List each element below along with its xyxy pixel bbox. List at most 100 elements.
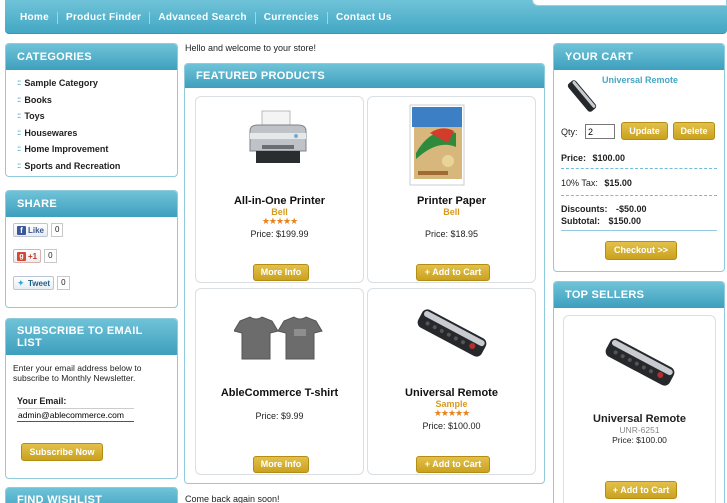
discounts-value: -$50.00 (616, 204, 647, 214)
share-title: SHARE (6, 191, 177, 217)
product-price: Price: $100.00 (422, 421, 481, 431)
divider (561, 195, 717, 196)
category-label[interactable]: Home Improvement (24, 141, 108, 158)
subscribe-title: SUBSCRIBE TO EMAIL LIST (6, 319, 177, 355)
add-to-cart-button[interactable]: + Add to Cart (416, 264, 490, 281)
google-plus-icon: g (17, 251, 26, 261)
delete-button[interactable]: Delete (673, 122, 715, 140)
cart-item-image[interactable] (562, 78, 602, 114)
subscribe-button[interactable]: Subscribe Now (21, 443, 103, 461)
add-to-cart-button[interactable]: + Add to Cart (605, 481, 677, 499)
featured-products-title: FEATURED PRODUCTS (185, 64, 544, 88)
cart-price-row: Price: $100.00 (561, 153, 625, 163)
top-sellers-panel: TOP SELLERS Universal Remote UNR-6251 Pr… (553, 281, 725, 503)
cart-tax-row: 10% Tax: $15.00 (561, 178, 632, 188)
cart-title: YOUR CART (554, 44, 724, 70)
nav-contact-us[interactable]: Contact Us (327, 12, 400, 24)
category-label[interactable]: Sports and Recreation (24, 158, 120, 175)
printer-image[interactable] (246, 109, 310, 169)
email-input[interactable] (17, 408, 134, 422)
google-plus-button[interactable]: g +1 (13, 249, 42, 263)
email-label: Your Email: (17, 396, 67, 406)
google-count: 0 (44, 249, 57, 263)
tshirt-image[interactable] (234, 315, 328, 361)
paper-image[interactable] (408, 103, 466, 189)
wishlist-title: FIND WISHLIST (6, 488, 177, 503)
rating-stars: ★★★★★ (433, 408, 470, 418)
category-label[interactable]: Books (24, 92, 52, 109)
price-label: Price: (561, 153, 587, 163)
bullet-icon: :: (17, 127, 21, 137)
cart-item-name[interactable]: Universal Remote (602, 75, 678, 85)
nav-advanced-search[interactable]: Advanced Search (149, 12, 254, 24)
nav-product-finder[interactable]: Product Finder (56, 12, 149, 24)
category-item[interactable]: :: Sample Category (17, 75, 177, 92)
product-card: All-in-One Printer Bell ★★★★★ Price: $19… (195, 96, 364, 283)
bullet-icon: :: (17, 144, 21, 153)
facebook-share: f Like 0 (13, 223, 64, 237)
cart-discounts-row: Discounts: -$50.00 (561, 204, 647, 214)
update-button[interactable]: Update (621, 122, 668, 140)
bullet-icon: :: (17, 78, 21, 87)
category-label[interactable]: Toys (24, 108, 44, 125)
product-name[interactable]: Universal Remote (368, 387, 535, 399)
top-seller-name[interactable]: Universal Remote (563, 413, 716, 425)
add-to-cart-button[interactable]: + Add to Cart (416, 456, 490, 473)
product-price: Price: $199.99 (250, 229, 309, 239)
tax-value: $15.00 (604, 178, 632, 188)
product-brand[interactable]: Bell (368, 207, 535, 217)
nav-home[interactable]: Home (15, 12, 57, 24)
share-panel: SHARE f Like 0 g +1 0 ✦ Tweet 0 (5, 190, 178, 308)
subtotal-label: Subtotal: (561, 216, 600, 226)
product-name[interactable]: All-in-One Printer (196, 195, 363, 207)
checkout-button[interactable]: Checkout >> (605, 241, 677, 260)
qty-input[interactable] (585, 124, 615, 139)
remote-image[interactable] (412, 301, 492, 365)
top-nav: Home Product Finder Advanced Search Curr… (5, 0, 727, 34)
tweet-label: Tweet (28, 278, 51, 288)
category-item[interactable]: :: Toys (17, 108, 177, 125)
google-plus-label: +1 (28, 251, 38, 261)
category-item[interactable]: :: Books (17, 92, 177, 109)
twitter-count: 0 (57, 276, 70, 290)
product-card: AbleCommerce T-shirt Price: $9.99 More I… (195, 288, 364, 475)
category-label[interactable]: Sample Category (24, 75, 98, 92)
twitter-share: ✦ Tweet 0 (13, 276, 70, 290)
subtotal-value: $150.00 (608, 216, 642, 226)
categories-panel: CATEGORIES :: Sample Category :: Books :: T… (5, 43, 178, 177)
nav-currencies[interactable]: Currencies (254, 12, 327, 24)
search-box[interactable] (532, 0, 727, 6)
price-value: $100.00 (592, 153, 626, 163)
product-name[interactable]: Printer Paper (368, 195, 535, 207)
footer-text: Come back again soon! (185, 494, 280, 503)
product-price: Price: $18.95 (424, 229, 479, 239)
facebook-icon: f (17, 225, 26, 235)
category-item[interactable]: :: Housewares (17, 125, 177, 142)
qty-label: Qty: (561, 127, 578, 137)
twitter-bird-icon: ✦ (17, 277, 25, 288)
more-info-button[interactable]: More Info (253, 456, 309, 473)
facebook-like-label: Like (28, 225, 45, 235)
facebook-like-button[interactable]: f Like (13, 223, 49, 237)
bullet-icon: :: (17, 94, 21, 104)
top-seller-price: Price: $100.00 (612, 435, 667, 445)
top-sellers-title: TOP SELLERS (554, 282, 724, 308)
welcome-text: Hello and welcome to your store! (185, 43, 317, 53)
wishlist-panel: FIND WISHLIST (5, 487, 178, 503)
category-item[interactable]: :: Sports and Recreation (17, 158, 177, 175)
product-name[interactable]: AbleCommerce T-shirt (196, 387, 363, 399)
bullet-icon: :: (17, 111, 21, 120)
product-card: Universal Remote Sample ★★★★★ Price: $10… (367, 288, 536, 475)
category-list: :: Sample Category :: Books :: Toys :: House… (6, 70, 177, 174)
category-label[interactable]: Housewares (24, 125, 77, 142)
tweet-button[interactable]: ✦ Tweet (13, 276, 55, 290)
top-seller-image[interactable] (600, 330, 680, 394)
product-card: Printer Paper Bell Price: $18.95 + Add t… (367, 96, 536, 283)
discounts-label: Discounts: (561, 204, 608, 214)
more-info-button[interactable]: More Info (253, 264, 309, 281)
tax-label: 10% Tax: (561, 178, 598, 188)
google-share: g +1 0 (13, 249, 57, 263)
cart-subtotal-row: Subtotal: $150.00 (561, 216, 641, 226)
subscribe-description: Enter your email address below to subscr… (13, 363, 142, 383)
category-item[interactable]: :: Home Improvement (17, 141, 177, 158)
